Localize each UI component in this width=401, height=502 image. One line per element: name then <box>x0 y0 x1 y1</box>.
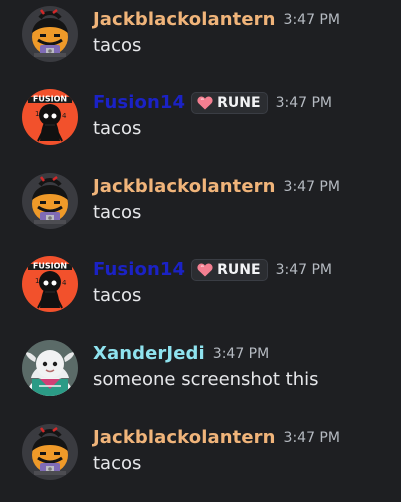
avatar[interactable] <box>22 256 78 312</box>
username[interactable]: Jackblackolantern <box>93 8 276 32</box>
role-tag: RUNE <box>191 259 268 281</box>
message-row: XanderJedi 3:47 PM someone screenshot th… <box>0 334 401 418</box>
heart-icon <box>197 95 213 111</box>
avatar[interactable] <box>22 173 78 229</box>
role-tag-label: RUNE <box>217 95 261 111</box>
message-row: Jackblackolantern 3:47 PM tacos <box>0 0 401 84</box>
message-text: tacos <box>93 202 142 223</box>
fusion-character-avatar-icon <box>22 89 78 145</box>
fusion-character-avatar-icon <box>22 256 78 312</box>
role-tag: RUNE <box>191 92 268 114</box>
message-text: tacos <box>93 453 142 474</box>
heart-icon <box>197 262 213 278</box>
avatar[interactable] <box>22 89 78 145</box>
message-row: Fusion14 RUNE 3:47 PM tacos <box>0 83 401 167</box>
username[interactable]: Fusion14 <box>93 258 185 282</box>
timestamp: 3:47 PM <box>283 430 340 446</box>
username[interactable]: Fusion14 <box>93 91 185 115</box>
message-header: Fusion14 RUNE 3:47 PM <box>93 258 332 282</box>
avatar[interactable] <box>22 6 78 62</box>
message-header: Fusion14 RUNE 3:47 PM <box>93 91 332 115</box>
role-tag-label: RUNE <box>217 262 261 278</box>
message-header: Jackblackolantern 3:47 PM <box>93 426 340 450</box>
message-text: someone screenshot this <box>93 369 319 390</box>
message-header: XanderJedi 3:47 PM <box>93 342 269 366</box>
message-row: Fusion14 RUNE 3:47 PM tacos <box>0 250 401 334</box>
message-text: tacos <box>93 118 142 139</box>
username[interactable]: Jackblackolantern <box>93 175 276 199</box>
timestamp: 3:47 PM <box>212 346 270 362</box>
jack-o-lantern-avatar-icon <box>22 173 78 229</box>
message-header: Jackblackolantern 3:47 PM <box>93 8 340 32</box>
timestamp: 3:47 PM <box>283 12 340 28</box>
timestamp: 3:47 PM <box>283 179 340 195</box>
jack-o-lantern-avatar-icon <box>22 6 78 62</box>
message-row: Jackblackolantern 3:47 PM tacos <box>0 167 401 251</box>
message-row: Jackblackolantern 3:47 PM tacos <box>0 418 401 502</box>
message-text: tacos <box>93 285 142 306</box>
goat-character-avatar-icon <box>22 340 78 396</box>
avatar[interactable] <box>22 340 78 396</box>
timestamp: 3:47 PM <box>275 95 332 111</box>
avatar[interactable] <box>22 424 78 480</box>
username[interactable]: Jackblackolantern <box>93 426 276 450</box>
timestamp: 3:47 PM <box>275 262 332 278</box>
message-text: tacos <box>93 35 142 56</box>
chat-messages-list: Jackblackolantern 3:47 PM tacos Fusion14… <box>0 0 401 499</box>
username[interactable]: XanderJedi <box>93 342 205 366</box>
message-header: Jackblackolantern 3:47 PM <box>93 175 340 199</box>
jack-o-lantern-avatar-icon <box>22 424 78 480</box>
